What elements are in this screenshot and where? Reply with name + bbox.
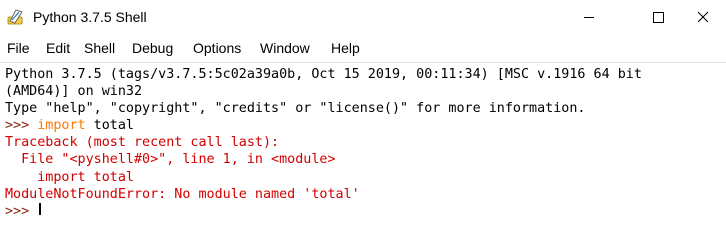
input-line[interactable]: >>> [5, 203, 42, 215]
close-icon [697, 11, 709, 23]
shell-text-area[interactable]: Python 3.7.5 (tags/v3.7.5:5c02a39a0b, Oc… [0, 62, 726, 215]
keyword: import [37, 118, 86, 133]
traceback-line: File "<pyshell#0>", line 1, in <module> [5, 152, 336, 167]
maximize-icon [653, 12, 664, 23]
minimize-icon [584, 17, 594, 18]
maximize-button[interactable] [635, 0, 681, 34]
menu-help[interactable]: Help [331, 40, 360, 56]
banner-line: (AMD64)] on win32 [5, 84, 143, 99]
python-feather-icon [7, 9, 23, 25]
title-bar[interactable]: Python 3.7.5 Shell [0, 0, 726, 34]
menu-window[interactable]: Window [260, 40, 310, 56]
command-line: >>> import total [5, 117, 134, 134]
menu-edit[interactable]: Edit [46, 40, 70, 56]
banner-line: Type "help", "copyright", "credits" or "… [5, 101, 586, 116]
window-title: Python 3.7.5 Shell [33, 9, 147, 25]
close-button[interactable] [680, 0, 726, 34]
minimize-button[interactable] [566, 0, 612, 34]
prompt: >>> [5, 204, 38, 215]
error-message: ModuleNotFoundError: No module named 'to… [5, 187, 360, 202]
menu-bar: File Edit Shell Debug Options Window Hel… [0, 36, 726, 60]
menu-debug[interactable]: Debug [132, 40, 173, 56]
menu-shell[interactable]: Shell [84, 40, 115, 56]
traceback-line: import total [5, 170, 134, 185]
text-cursor [39, 203, 42, 215]
menu-file[interactable]: File [7, 40, 30, 56]
menu-options[interactable]: Options [193, 40, 241, 56]
python-shell-window: Python 3.7.5 Shell File Edit Shell Debug… [0, 0, 726, 215]
command-text: total [85, 118, 134, 133]
banner-line: Python 3.7.5 (tags/v3.7.5:5c02a39a0b, Oc… [5, 67, 642, 82]
prompt: >>> [5, 118, 38, 133]
traceback-line: Traceback (most recent call last): [5, 135, 280, 150]
